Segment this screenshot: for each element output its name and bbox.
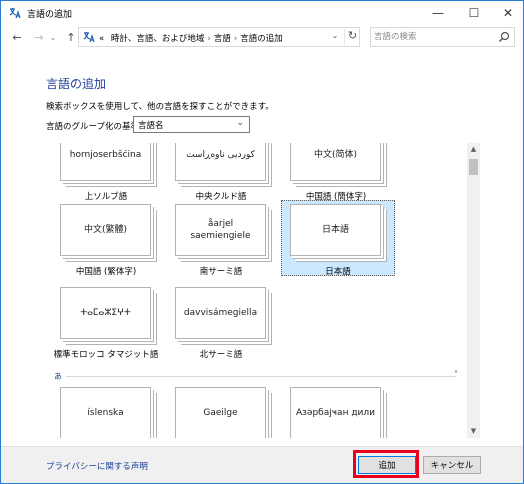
address-bar[interactable]: « 時計、言語、および地域 › 言語 › 言語の追加 ⌄ ↻ [78,27,360,47]
breadcrumb: « 時計、言語、および地域 › 言語 › 言語の追加 [99,32,283,44]
close-button[interactable]: ✕ [491,1,524,25]
scrollbar-thumb[interactable] [469,159,478,175]
window-title: 言語の追加 [27,10,73,20]
privacy-statement-link[interactable]: プライバシーに関する声明 [46,460,148,472]
language-tile-card: åarjel saemiengiele [175,204,266,256]
back-arrow-icon[interactable]: ← [9,28,25,46]
forward-arrow-icon[interactable]: → [31,28,47,46]
language-list: hornjoserbšćina 上ソルブ語 كوردیی ناوەڕاست 中央… [46,143,480,438]
up-arrow-icon[interactable]: ↑ [63,28,79,46]
language-tile-icelandic[interactable]: íslenska [46,387,166,438]
language-tile-irish[interactable]: Gaeilge [161,387,281,438]
page-description: 検索ボックスを使用して、他の言語を探すことができます。 [46,102,274,112]
scroll-down-arrow-icon[interactable]: ▼ [467,425,480,438]
language-tile-card: 中文(繁體) [60,204,151,256]
group-by-dropdown[interactable]: 言語名 ⌄ [133,116,250,133]
maximize-button[interactable]: ☐ [457,1,491,25]
section-divider [66,376,456,377]
minimize-button[interactable]: — [421,1,455,25]
language-location-icon [83,32,95,43]
vertical-scrollbar[interactable]: ▲ ▼ [467,143,480,438]
dialog-footer: プライバシーに関する声明 追加 キャンセル [1,446,523,483]
language-tile-card: Азәрбајҹан дили [290,387,381,438]
language-tile-card: davvisámegiella [175,287,266,339]
breadcrumb-item-clock-language-region[interactable]: 時計、言語、および地域 [107,34,205,44]
language-tile-card: Gaeilge [175,387,266,438]
breadcrumb-separator-icon[interactable]: › [231,34,240,44]
language-app-icon [8,6,22,20]
breadcrumb-overflow[interactable]: « [99,34,104,44]
language-tile-label: 中央クルド語 [195,192,247,202]
language-tile-card: íslenska [60,387,151,438]
recent-locations-chevron-icon[interactable]: ⌄ [48,28,58,46]
language-tile-azerbaijani-cyrillic[interactable]: Азәрбајҹан дили [276,387,396,438]
language-tile-label: 標準モロッコ タマジット語 [53,350,159,360]
language-tile-card: 日本語 [290,204,381,256]
scroll-up-arrow-icon[interactable]: ▲ [467,143,480,156]
language-tile-label: 南サーミ語 [199,267,243,277]
language-tile-card: 中文(简体) [290,143,381,181]
cancel-button[interactable]: キャンセル [423,456,481,474]
search-input[interactable] [374,30,494,44]
language-tile-label: 日本語 [325,267,351,277]
language-tile-card: ⵜⴰⵎⴰⵣⵉⵖⵜ [60,287,151,339]
add-language-window: 言語の追加 — ☐ ✕ ← → ⌄ ↑ « 時計、言語、および地域 › 言語 › 言語の… [0,0,524,484]
breadcrumb-item-add-language[interactable]: 言語の追加 [240,34,283,44]
section-header-a: あ ˄ [46,370,466,382]
breadcrumb-item-language[interactable]: 言語 [214,34,231,44]
language-tile-card: hornjoserbšćina [60,143,151,181]
title-bar: 言語の追加 — ☐ ✕ [1,1,523,25]
group-by-value: 言語名 [138,121,164,131]
language-tile-label: 上ソルブ語 [84,192,128,202]
group-by-label: 言語のグループ化の基準: [46,122,142,132]
refresh-icon[interactable]: ↻ [344,29,360,45]
language-tile-japanese[interactable]: 日本語 日本語 [281,200,401,304]
search-box[interactable] [370,27,515,47]
collapse-caret-icon[interactable]: ˄ [454,370,458,379]
page-title: 言語の追加 [46,77,107,91]
language-tile-card: كوردیی ناوەڕاست [175,143,266,181]
language-tile-label: 中国語 (繁体字) [75,267,137,277]
search-icon[interactable] [498,31,510,43]
add-button[interactable]: 追加 [358,456,416,474]
breadcrumb-separator-icon[interactable]: › [204,34,213,44]
navigation-bar: ← → ⌄ ↑ « 時計、言語、および地域 › 言語 › 言語の追加 ⌄ ↻ [1,26,523,48]
address-dropdown-icon[interactable]: ⌄ [329,31,341,40]
section-letter: あ [54,372,62,381]
language-tile-label: 北サーミ語 [199,350,243,360]
chevron-down-icon: ⌄ [236,118,244,128]
